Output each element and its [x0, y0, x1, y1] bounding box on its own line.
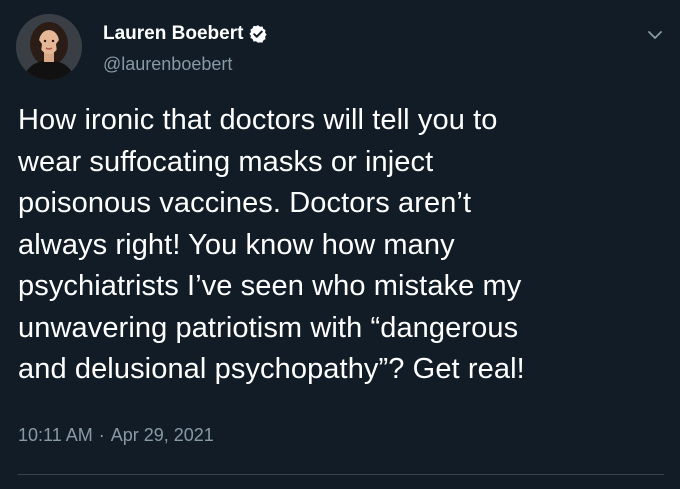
tweet-card: Lauren Boebert @laurenboebert How ironic…: [0, 0, 680, 489]
tweet-date: Apr 29, 2021: [110, 425, 214, 445]
display-name[interactable]: Lauren Boebert: [103, 23, 243, 45]
verified-badge-icon: [248, 24, 268, 44]
tweet-menu-button[interactable]: [644, 24, 666, 46]
tweet-text-line: and delusional psychopathy”? Get real!: [18, 353, 525, 385]
tweet-text-line: always right! You know how many: [18, 228, 455, 261]
tweet-text-line: poisonous vaccines. Doctors aren’t: [18, 187, 472, 219]
tweet-timestamp[interactable]: 10:11 AM · Apr 29, 2021: [18, 425, 214, 446]
tweet-time: 10:11 AM: [18, 425, 93, 445]
tweet-text: How ironic that doctors will tell you to…: [18, 100, 668, 391]
tweet-text-line: How ironic that doctors will tell you to: [18, 104, 498, 136]
handle[interactable]: @laurenboebert: [103, 54, 268, 75]
tweet-text-line: wear suffocating masks or inject: [18, 145, 434, 178]
tweet-text-line: psychiatrists I’ve seen who mistake my: [18, 270, 522, 302]
author-block: Lauren Boebert @laurenboebert: [103, 22, 268, 75]
name-row: Lauren Boebert: [103, 22, 268, 46]
tweet-text-line: unwavering patriotism with “dangerous: [18, 311, 519, 344]
divider: [18, 474, 664, 475]
avatar[interactable]: [16, 14, 82, 80]
chevron-down-icon: [648, 31, 662, 39]
meta-separator: ·: [98, 425, 105, 445]
profile-photo-icon: [16, 14, 82, 80]
